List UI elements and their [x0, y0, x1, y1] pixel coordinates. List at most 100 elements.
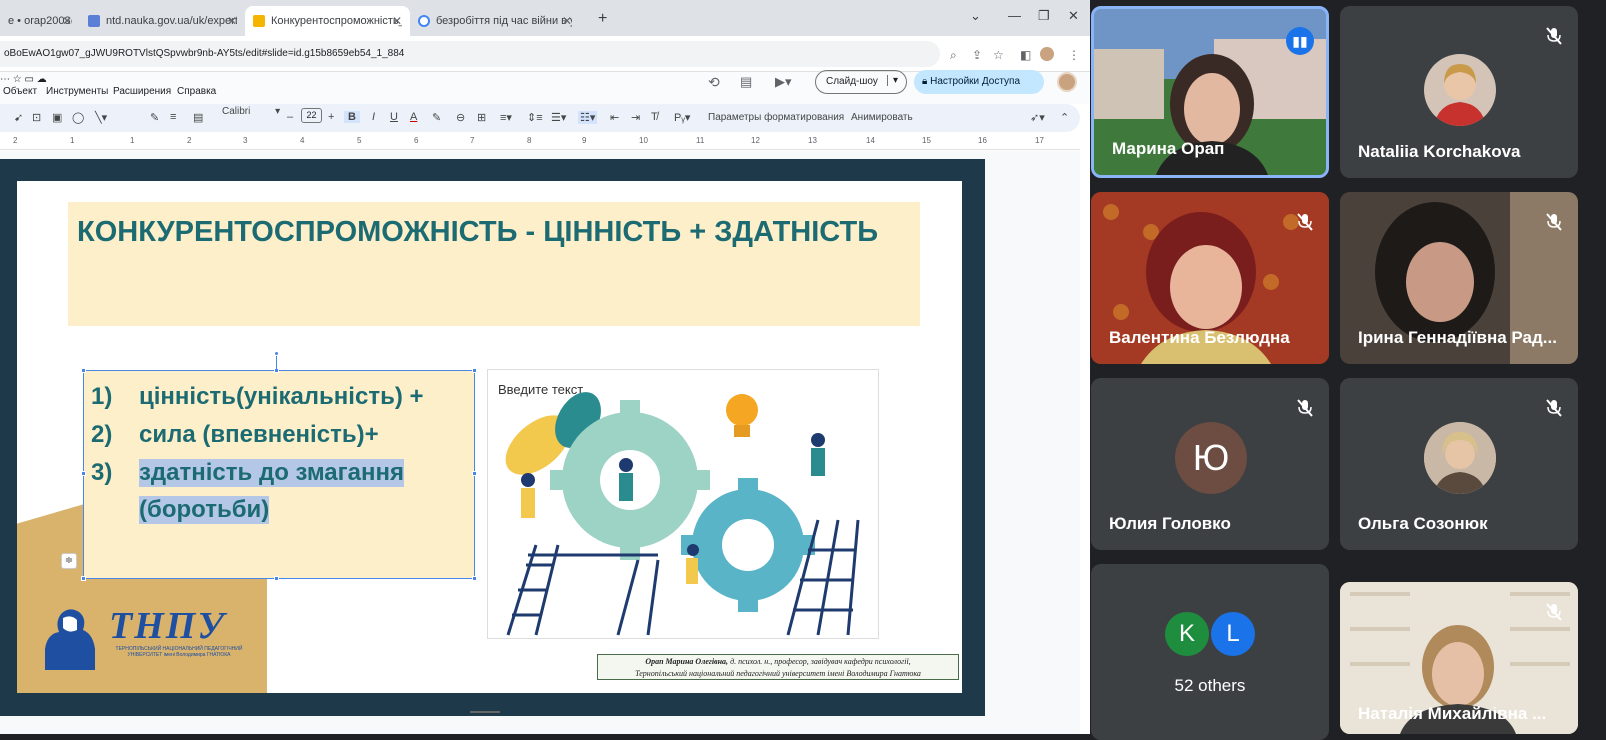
- increase-size-icon[interactable]: +: [328, 111, 334, 123]
- menu-object[interactable]: Объект: [3, 86, 37, 97]
- autofit-icon[interactable]: ≑: [61, 553, 77, 569]
- resize-handle[interactable]: [472, 576, 477, 581]
- menu-tools[interactable]: Инструменты: [46, 86, 108, 97]
- list-item[interactable]: цінність(унікальність) +: [139, 383, 424, 411]
- pen-icon[interactable]: ✎: [150, 111, 159, 124]
- bookmark-star-icon[interactable]: ☆: [993, 48, 1004, 62]
- author-signature-box[interactable]: Орап Марина Олегівна, д. психол. н., про…: [597, 654, 959, 680]
- clear-format-icon[interactable]: T̸: [651, 111, 658, 123]
- participant-name: Валентина Безлюдна: [1109, 328, 1290, 347]
- shape-icon[interactable]: ◯: [72, 111, 84, 124]
- close-tab-icon[interactable]: ✕: [562, 14, 572, 28]
- font-select[interactable]: Calibri ▾: [222, 106, 280, 117]
- border-weight-icon[interactable]: ≡: [170, 111, 176, 123]
- participant-tile[interactable]: Валентина Безлюдна: [1091, 192, 1329, 364]
- more-menu-icon[interactable]: ⋮: [1068, 48, 1080, 62]
- indent-increase-icon[interactable]: ⇥: [631, 111, 640, 124]
- author-university: Тернопільський національний педагогічний…: [635, 669, 921, 678]
- minimize-icon[interactable]: —: [1008, 8, 1021, 23]
- history-icon[interactable]: ⟲: [708, 74, 720, 91]
- resize-handle[interactable]: [472, 368, 477, 373]
- participant-tile[interactable]: Nataliia Korchakova: [1340, 6, 1578, 178]
- bold-icon[interactable]: B: [344, 111, 360, 123]
- chevron-down-icon[interactable]: ▾: [886, 75, 898, 86]
- tab-ntd[interactable]: ntd.nauka.gov.ua/uk/expert/fon✕: [80, 6, 245, 36]
- font-size-input[interactable]: 22: [301, 108, 322, 123]
- participant-tile[interactable]: Ірина Геннадіївна Рад...: [1340, 192, 1578, 364]
- format-options-button[interactable]: Параметры форматирования: [708, 112, 844, 123]
- tab-google[interactable]: безробіття під час війни в укр ✕: [410, 6, 580, 36]
- ruler-number: 2: [187, 136, 192, 145]
- textbox-icon[interactable]: ⊡: [32, 111, 41, 124]
- restore-icon[interactable]: ❐: [1038, 8, 1050, 24]
- profile-avatar[interactable]: [1040, 47, 1054, 61]
- participant-tile[interactable]: Ю Юлия Головко: [1091, 378, 1329, 550]
- new-tab-button[interactable]: +: [598, 10, 607, 28]
- close-tab-icon[interactable]: ✕: [227, 14, 237, 28]
- resize-handle[interactable]: [274, 576, 279, 581]
- line-spacing-icon[interactable]: ⇕≡: [527, 111, 543, 124]
- line-icon[interactable]: ╲▾: [95, 111, 107, 124]
- resize-handle[interactable]: [81, 471, 86, 476]
- menu-help[interactable]: Справка: [177, 86, 216, 97]
- tab-gmail[interactable]: e • orap2003@✕: [0, 6, 80, 36]
- share-button[interactable]: 🔒︎ Настройки Доступа: [914, 70, 1044, 94]
- list-item[interactable]: сила (впевненість)+: [139, 421, 379, 449]
- input-tools-icon[interactable]: Pᵧ▾: [674, 111, 690, 124]
- collapse-toolbar-icon[interactable]: ⌃: [1060, 111, 1069, 124]
- numbered-list-icon[interactable]: ☷▾: [578, 111, 598, 124]
- tab-slides[interactable]: Конкурентоспроможність_кон✕: [245, 6, 410, 36]
- ruler-number: 13: [808, 136, 817, 145]
- ruler-number: 5: [357, 136, 362, 145]
- indent-decrease-icon[interactable]: ⇤: [610, 111, 619, 124]
- image-icon[interactable]: ▣: [52, 111, 62, 124]
- toolbar-small-icons[interactable]: ⋯ ☆ ▭ ☁: [0, 74, 47, 85]
- text-color-icon[interactable]: A: [410, 111, 417, 123]
- participant-name: Марина Орап: [1112, 139, 1225, 158]
- tab-search-icon[interactable]: ⌄: [970, 8, 981, 24]
- zoom-icon[interactable]: ⌕: [950, 48, 957, 63]
- avatar: [1424, 54, 1496, 126]
- mic-off-icon: [1546, 603, 1562, 621]
- pointer-mode-icon[interactable]: ➶▾: [1030, 111, 1045, 124]
- comment-icon[interactable]: ▤: [740, 74, 752, 90]
- participant-tile[interactable]: Ольга Созонюк: [1340, 378, 1578, 550]
- slideshow-button[interactable]: Слайд-шоу ▾: [815, 70, 907, 94]
- decrease-size-icon[interactable]: –: [287, 111, 293, 123]
- highlight-icon[interactable]: ✎: [432, 111, 441, 124]
- participant-name: Ірина Геннадіївна Рад...: [1358, 328, 1557, 347]
- slide[interactable]: КОНКУРЕНТОСПРОМОЖНІСТЬ - ЦІННІСТЬ + ЗДАТ…: [17, 181, 962, 693]
- link-icon[interactable]: ⊖: [456, 111, 465, 124]
- mic-off-icon: [1546, 27, 1562, 45]
- participant-tile[interactable]: ▮▮ Марина Орап: [1091, 6, 1329, 178]
- illustration-box[interactable]: Введите текст: [487, 369, 879, 639]
- select-icon[interactable]: ➹: [14, 111, 23, 124]
- list-item-selected[interactable]: здатність до змагання: [139, 459, 404, 487]
- align-icon[interactable]: ≡▾: [500, 111, 512, 124]
- sidepanel-icon[interactable]: ◧: [1020, 48, 1031, 62]
- checklist-icon[interactable]: ☰▾: [551, 111, 566, 124]
- meet-icon[interactable]: ▶▾: [775, 74, 792, 90]
- animate-button[interactable]: Анимировать: [851, 112, 913, 123]
- close-tab-icon[interactable]: ✕: [392, 14, 402, 28]
- resize-handle[interactable]: [472, 471, 477, 476]
- close-window-icon[interactable]: ✕: [1068, 8, 1079, 24]
- close-tab-icon[interactable]: ✕: [62, 14, 72, 28]
- format-toolbar: ➹ ⊡ ▣ ◯ ╲▾ ✎ ≡ ▤ – + B I U A ✎ ⊖ ⊞ ≡▾ ⇕≡…: [0, 104, 1080, 132]
- others-tile[interactable]: K L 52 others: [1091, 564, 1329, 740]
- resize-handle[interactable]: [81, 368, 86, 373]
- comment-add-icon[interactable]: ⊞: [477, 111, 486, 124]
- account-avatar[interactable]: [1057, 72, 1077, 92]
- avatar: Ю: [1175, 422, 1247, 494]
- list-item-selected[interactable]: (боротьби): [139, 496, 270, 524]
- resize-handle[interactable]: [81, 576, 86, 581]
- underline-icon[interactable]: U: [390, 111, 398, 123]
- url-field[interactable]: oBoEwAO1gw07_gJWU9ROTVlstQSpvwbr9nb-AY5t…: [0, 41, 940, 67]
- participant-tile[interactable]: Наталія Михайлівна ...: [1340, 582, 1578, 734]
- slide-title[interactable]: КОНКУРЕНТОСПРОМОЖНІСТЬ - ЦІННІСТЬ + ЗДАТ…: [77, 216, 878, 249]
- menu-extensions[interactable]: Расширения: [113, 86, 171, 97]
- italic-icon[interactable]: I: [372, 111, 375, 123]
- panel-resize-handle[interactable]: [470, 711, 500, 713]
- share-page-icon[interactable]: ⇪: [972, 48, 982, 62]
- border-dash-icon[interactable]: ▤: [193, 111, 203, 124]
